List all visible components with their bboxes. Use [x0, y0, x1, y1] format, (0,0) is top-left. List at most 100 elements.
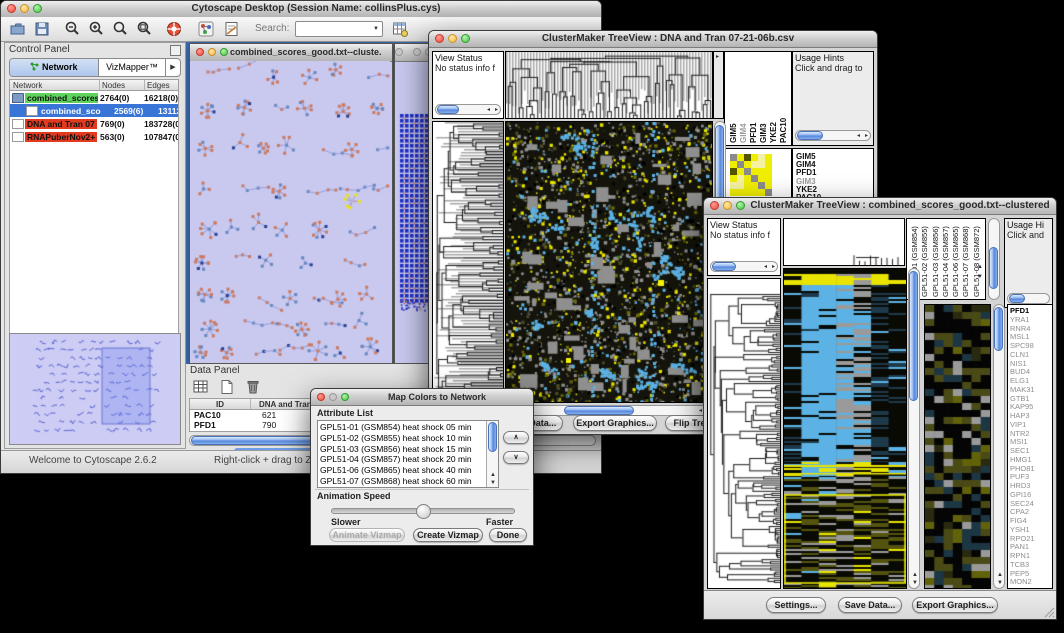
treeview1-close-button[interactable] — [435, 34, 444, 43]
tv2-row-dendrogram[interactable] — [707, 278, 781, 589]
matrix-cell[interactable] — [765, 168, 772, 175]
open-folder-icon[interactable] — [9, 20, 27, 38]
matrix-cell[interactable] — [758, 161, 765, 168]
matrix-cell[interactable] — [751, 161, 758, 168]
matrix-cell[interactable] — [758, 168, 765, 175]
matrix-cell[interactable] — [751, 154, 758, 161]
matrix-cell[interactable] — [744, 168, 751, 175]
slider-thumb[interactable] — [416, 504, 431, 519]
trash-icon[interactable] — [244, 378, 262, 396]
tv2-gene-item[interactable]: SEC24 — [1010, 500, 1035, 509]
annotation-icon[interactable] — [223, 20, 241, 38]
tv2-gene-item[interactable]: BUD4 — [1010, 368, 1035, 377]
network-canvas[interactable] — [190, 61, 390, 362]
matrix-cell[interactable] — [751, 189, 758, 196]
attribute-item[interactable]: GPL51-01 (GSM854) heat shock 05 min — [320, 422, 486, 433]
netview-minimize-button[interactable] — [208, 48, 216, 56]
tv1-row-dendrogram[interactable] — [432, 121, 504, 403]
attribute-item[interactable]: GPL51-03 (GSM856) heat shock 15 min — [320, 444, 486, 455]
dialog-zoom-button[interactable] — [341, 393, 349, 401]
tv2-save-data-button[interactable]: Save Data... — [838, 597, 902, 613]
tv2-usage-hscrollbar[interactable] — [1007, 293, 1050, 304]
matrix-cell[interactable] — [744, 189, 751, 196]
attribute-down-button[interactable]: ∨ — [503, 451, 529, 464]
network-row[interactable]: RNAPuberNov2+563(0)107847(0) — [10, 130, 178, 143]
tv1-usage-hscrollbar[interactable]: ◂▸ — [795, 130, 871, 141]
tv1-gene-item[interactable]: YKE2 — [796, 186, 821, 194]
tv2-gene-item[interactable]: MAK31 — [1010, 386, 1035, 395]
tv1-gene-item[interactable]: PFD1 — [796, 169, 821, 177]
tv2-gene-item[interactable]: FIG4 — [1010, 517, 1035, 526]
matrix-cell[interactable] — [730, 154, 737, 161]
tv2-gene-item[interactable]: CPA2 — [1010, 508, 1035, 517]
tv1-export-graphics-button[interactable]: Export Graphics... — [573, 415, 657, 431]
tv1-view-status-hscrollbar[interactable]: ◂▸ — [435, 104, 501, 115]
tv2-gene-item[interactable]: ELG1 — [1010, 377, 1035, 386]
tv1-gene-item[interactable]: GIM4 — [796, 161, 821, 169]
treeview2-zoom-button[interactable] — [736, 201, 745, 210]
treeview2-minimize-button[interactable] — [723, 201, 732, 210]
tv2-gene-item[interactable]: SEC1 — [1010, 447, 1035, 456]
tab-vizmapper[interactable]: VizMapper™ — [99, 59, 166, 76]
matrix-cell[interactable] — [737, 161, 744, 168]
treeview1-minimize-button[interactable] — [448, 34, 457, 43]
matrix-cell[interactable] — [744, 161, 751, 168]
matrix-cell[interactable] — [758, 154, 765, 161]
tv1-gene-item[interactable]: GIM3 — [796, 178, 821, 186]
netview-zoom-button[interactable] — [220, 48, 228, 56]
network-row[interactable]: combined_scores2764(0)16218(0) — [10, 91, 178, 104]
netview2-close-button[interactable] — [395, 48, 403, 56]
matrix-cell[interactable] — [737, 168, 744, 175]
tv2-gene-item[interactable]: VIP1 — [1010, 421, 1035, 430]
close-button[interactable] — [7, 4, 16, 13]
tv2-gene-item[interactable]: PHO81 — [1010, 465, 1035, 474]
save-icon[interactable] — [33, 20, 51, 38]
table-icon[interactable] — [192, 378, 210, 396]
tv2-heatmap-vscrollbar[interactable]: ▲▼ — [908, 268, 920, 589]
tv2-detail-heatmap[interactable] — [924, 304, 991, 589]
matrix-cell[interactable] — [751, 182, 758, 189]
matrix-cell[interactable] — [737, 154, 744, 161]
tv2-gene-item[interactable]: HRD3 — [1010, 482, 1035, 491]
attribute-item[interactable]: GPL51-06 (GSM865) heat shock 40 min — [320, 465, 486, 476]
done-button[interactable]: Done — [489, 528, 527, 542]
tv2-gene-list[interactable]: PFD1YRA1RNR4MSL1SPC98CLN1NIS1BUD4ELG1MAK… — [1007, 304, 1053, 589]
matrix-cell[interactable] — [737, 175, 744, 182]
tv2-gene-item[interactable]: CLN1 — [1010, 351, 1035, 360]
netview-close-button[interactable] — [196, 48, 204, 56]
matrix-cell[interactable] — [744, 182, 751, 189]
new-page-icon[interactable] — [218, 378, 236, 396]
attribute-table-icon[interactable] — [391, 20, 409, 38]
matrix-cell[interactable] — [765, 189, 772, 196]
tv2-gene-item[interactable]: MON2 — [1010, 578, 1035, 587]
tv2-gene-item[interactable]: YSH1 — [1010, 526, 1035, 535]
treeview2-titlebar[interactable]: ClusterMaker TreeView : combined_scores_… — [704, 198, 1056, 215]
matrix-cell[interactable] — [730, 168, 737, 175]
tv2-gene-item[interactable]: GTB1 — [1010, 395, 1035, 404]
create-vizmap-button[interactable]: Create Vizmap — [413, 528, 483, 542]
matrix-cell[interactable] — [765, 182, 772, 189]
matrix-cell[interactable] — [751, 168, 758, 175]
tv2-gene-item[interactable]: PFD1 — [1010, 307, 1035, 316]
attribute-item[interactable]: GPL51-07 (GSM868) heat shock 60 min — [320, 476, 486, 487]
matrix-cell[interactable] — [758, 175, 765, 182]
vizmap-icon[interactable] — [197, 20, 215, 38]
tv2-heatmap[interactable] — [783, 268, 907, 589]
tv2-labels-vscrollbar[interactable] — [988, 218, 1000, 300]
main-titlebar[interactable]: Cytoscape Desktop (Session Name: collins… — [1, 1, 601, 18]
tv2-view-status-hscrollbar[interactable]: ◂▸ — [710, 261, 778, 272]
float-panel-icon[interactable] — [170, 45, 181, 56]
map-dialog-titlebar[interactable]: Map Colors to Network — [311, 389, 533, 406]
zoom-fit-icon[interactable] — [111, 20, 129, 38]
animation-speed-slider[interactable] — [331, 508, 515, 514]
tv2-gene-item[interactable]: NTR2 — [1010, 430, 1035, 439]
tv2-gene-item[interactable]: HMG1 — [1010, 456, 1035, 465]
tab-overflow-arrow[interactable]: ▶ — [166, 59, 180, 76]
tv2-gene-item[interactable]: SPC98 — [1010, 342, 1035, 351]
matrix-cell[interactable] — [765, 175, 772, 182]
dialog-close-button[interactable] — [317, 393, 325, 401]
tv2-gene-item[interactable]: HAP3 — [1010, 412, 1035, 421]
matrix-cell[interactable] — [730, 161, 737, 168]
matrix-cell[interactable] — [737, 182, 744, 189]
tv2-export-graphics-button[interactable]: Export Graphics... — [912, 597, 998, 613]
